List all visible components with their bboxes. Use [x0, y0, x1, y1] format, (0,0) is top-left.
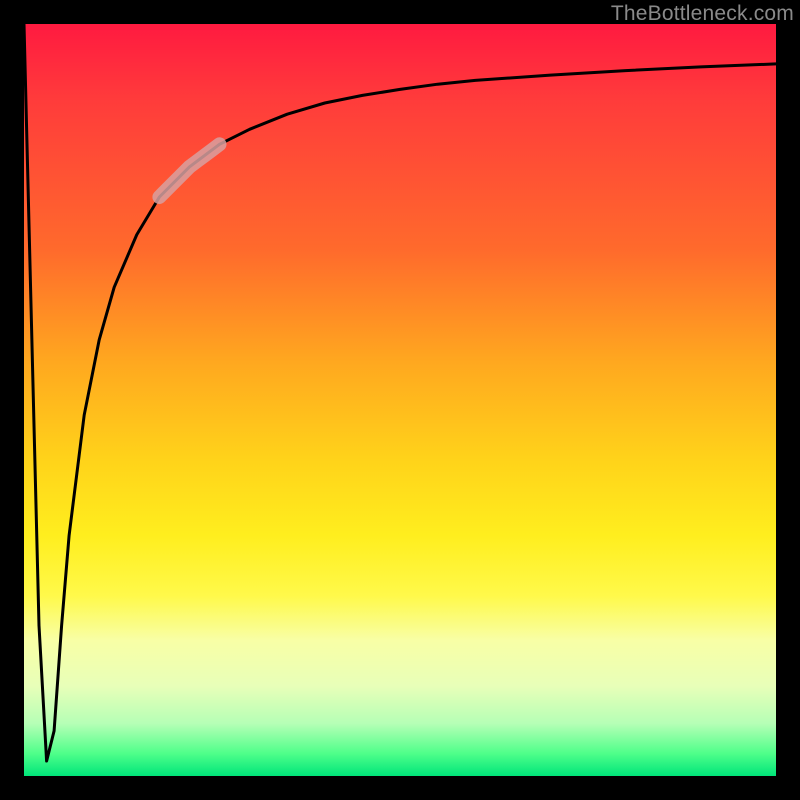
outer-frame: TheBottleneck.com: [0, 0, 800, 800]
bottleneck-chart: [24, 24, 776, 776]
watermark-text: TheBottleneck.com: [611, 2, 794, 26]
bottleneck-curve-highlight: [159, 144, 219, 197]
bottleneck-curve-line: [24, 24, 776, 761]
